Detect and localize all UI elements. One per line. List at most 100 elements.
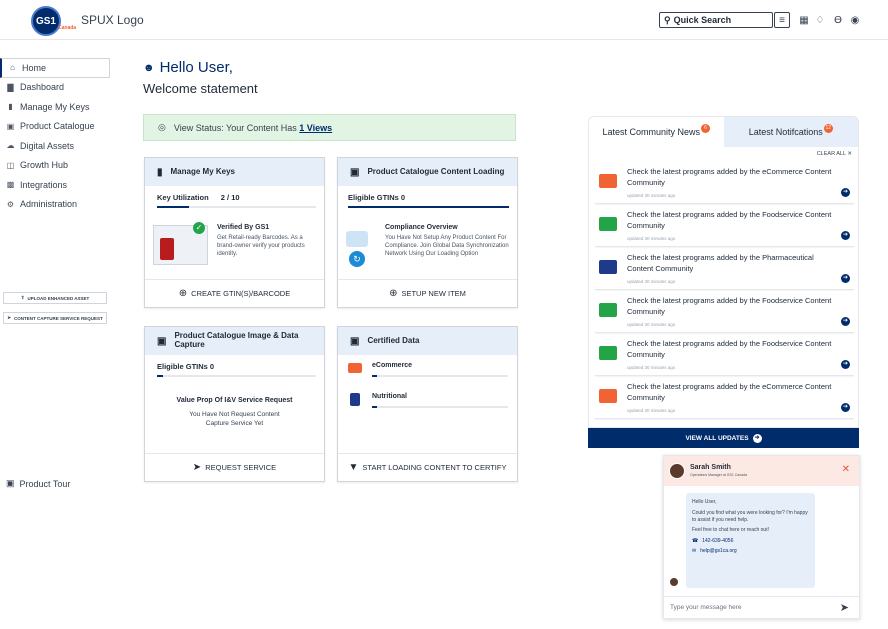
product-id-image: ✓ bbox=[153, 222, 208, 265]
app-title: SPUX Logo bbox=[81, 13, 144, 27]
check-icon: ✓ bbox=[193, 222, 205, 234]
sidebar-item-label: Dashboard bbox=[20, 82, 65, 93]
arrow-right-icon: ➜ bbox=[752, 433, 762, 443]
user-icon[interactable]: ◉ bbox=[847, 12, 863, 28]
arrow-right-icon[interactable]: ➔ bbox=[841, 274, 850, 283]
sidebar-item-integrations[interactable]: ▩ Integrations bbox=[0, 175, 112, 195]
cart-icon[interactable]: Ө bbox=[830, 12, 846, 28]
count-badge: 12 bbox=[823, 123, 833, 133]
sidebar-item-label: Product Catalogue bbox=[20, 121, 95, 132]
sidebar-item-label: Growth Hub bbox=[20, 160, 69, 171]
clear-all-button[interactable]: CLEAR ALL ✕ bbox=[817, 151, 852, 157]
gs1-logo[interactable]: GS1 bbox=[31, 6, 61, 36]
product-tour-link[interactable]: ▣ Product Tour bbox=[6, 478, 70, 489]
sidebar-item-product-catalogue[interactable]: ▣ Product Catalogue bbox=[0, 117, 112, 137]
sidebar-item-growth-hub[interactable]: ◫ Growth Hub bbox=[0, 156, 112, 176]
news-text: Check the latest programs added by the F… bbox=[627, 339, 832, 359]
manage-keys-card: ▮ Manage My Keys Key Utilization 2 / 10 … bbox=[144, 157, 325, 308]
feature-text: You Have Not Request Content Capture Ser… bbox=[189, 411, 280, 428]
feature-text: Get Retail-ready Barcodes. As a brand-ow… bbox=[217, 235, 305, 258]
news-text: Check the latest programs added by the e… bbox=[627, 167, 832, 187]
setup-new-item-button[interactable]: ⊕ SETUP NEW ITEM bbox=[338, 279, 517, 307]
eligible-gtins-bar bbox=[157, 375, 316, 377]
news-item[interactable]: Check the latest programs added by the F… bbox=[595, 207, 854, 247]
megaphone-icon: ➤ bbox=[192, 462, 202, 473]
email-contact[interactable]: ✉ help@gs1ca.org bbox=[692, 548, 809, 555]
news-item[interactable]: Check the latest programs added by the F… bbox=[595, 336, 854, 376]
sidebar-item-digital-assets[interactable]: ☁ Digital Assets bbox=[0, 136, 112, 156]
bell-icon[interactable]: ♢ bbox=[812, 12, 828, 28]
sidebar-item-label: Home bbox=[22, 62, 47, 73]
catalogue-loading-card: ▣ Product Catalogue Content Loading Elig… bbox=[337, 157, 518, 308]
chat-agent-name: Sarah Smith bbox=[690, 464, 731, 471]
image-icon: ▣ bbox=[157, 335, 167, 347]
image-capture-card: ▣ Product Catalogue Image & Data Capture… bbox=[144, 326, 325, 482]
arrow-right-icon[interactable]: ➔ bbox=[841, 231, 850, 240]
ecommerce-icon bbox=[348, 363, 362, 373]
sidebar-item-dashboard[interactable]: ▇ Dashboard bbox=[0, 78, 112, 98]
chat-widget: Sarah Smith Operations Manager at GS1 Ca… bbox=[663, 455, 860, 619]
news-item[interactable]: Check the latest programs added by the F… bbox=[595, 293, 854, 333]
tab-notifications[interactable]: Latest Notifcations 12 bbox=[723, 117, 858, 147]
progress-fill bbox=[372, 406, 378, 408]
create-gtin-button[interactable]: ⊕ CREATE GTIN(S)/BARCODE bbox=[145, 279, 324, 307]
ecommerce-label: eCommerce bbox=[372, 362, 413, 369]
news-time: updated 30 minutes ago bbox=[627, 322, 676, 327]
gear-icon: ⚙ bbox=[6, 199, 15, 209]
quick-search-input[interactable]: ⚲ Quick Search bbox=[659, 12, 773, 28]
send-icon[interactable]: ➤ bbox=[840, 601, 849, 614]
integration-icon: ▩ bbox=[6, 180, 15, 190]
news-time: updated 30 minutes ago bbox=[627, 365, 676, 370]
key-utilization: Key Utilization 2 / 10 bbox=[157, 193, 240, 202]
chat-agent-role: Operations Manager at GS1 Canada bbox=[690, 473, 748, 477]
news-text: Check the latest programs added by the F… bbox=[627, 296, 832, 316]
logo-canada-label: Canada bbox=[58, 25, 77, 31]
sidebar-item-home[interactable]: ⌂ Home bbox=[0, 58, 110, 78]
content-capture-request-button[interactable]: ➤ CONTENT CAPTURE SERVICE REQUEST bbox=[3, 312, 107, 324]
start-loading-content-button[interactable]: ▼ START LOADING CONTENT TO CERTIFY bbox=[338, 453, 517, 481]
view-all-updates-button[interactable]: VIEW ALL UPDATES ➜ bbox=[588, 428, 859, 448]
close-icon[interactable]: ✕ bbox=[842, 464, 850, 475]
phone-contact[interactable]: ☎ 142-639-4056 bbox=[692, 538, 809, 545]
certified-data-card: ▣ Certified Data eCommerce Nutritional ▼… bbox=[337, 326, 518, 482]
news-item[interactable]: Check the latest programs added by the P… bbox=[595, 250, 854, 290]
card-header: ▣ Product Catalogue Content Loading bbox=[338, 158, 517, 186]
shield-check-icon: ▼ bbox=[348, 462, 359, 473]
grid-icon[interactable]: ▦ bbox=[796, 12, 812, 28]
progress-fill bbox=[372, 375, 378, 377]
news-text: Check the latest programs added by the P… bbox=[627, 253, 814, 273]
user-icon: ☻ bbox=[143, 61, 155, 74]
sidebar-item-label: Integrations bbox=[20, 179, 68, 190]
progress-fill bbox=[348, 206, 509, 208]
sidebar-item-manage-keys[interactable]: ▮ Manage My Keys bbox=[0, 97, 112, 117]
megaphone-icon: ➤ bbox=[7, 315, 12, 320]
news-text: Check the latest programs added by the F… bbox=[627, 210, 832, 230]
sidebar-item-label: Manage My Keys bbox=[20, 101, 90, 112]
upload-icon: ⇧ bbox=[20, 295, 25, 300]
filter-icon[interactable]: ≡ bbox=[774, 12, 790, 28]
arrow-right-icon[interactable]: ➔ bbox=[841, 403, 850, 412]
nutritional-label: Nutritional bbox=[372, 393, 407, 400]
news-tabs: Latest Community News 6 Latest Notifcatio… bbox=[589, 117, 858, 147]
count-badge: 6 bbox=[701, 123, 711, 133]
barcode-icon: ▮ bbox=[8, 102, 13, 112]
progress-fill bbox=[157, 375, 164, 377]
upload-enhanced-asset-button[interactable]: ⇧ UPLOAD ENHANCED ASSET bbox=[3, 292, 107, 304]
arrow-right-icon[interactable]: ➔ bbox=[841, 188, 850, 197]
arrow-right-icon[interactable]: ➔ bbox=[841, 317, 850, 326]
chat-message-input[interactable]: Type your message here ➤ bbox=[664, 596, 859, 618]
eligible-gtins-bar bbox=[348, 206, 509, 208]
news-time: updated 30 minutes ago bbox=[627, 279, 676, 284]
mail-icon: ✉ bbox=[692, 547, 697, 554]
tab-community-news[interactable]: Latest Community News 6 bbox=[589, 117, 724, 147]
request-service-button[interactable]: ➤ REQUEST SERVICE bbox=[145, 453, 324, 481]
feature-title: Compliance Overview bbox=[385, 224, 458, 231]
views-link[interactable]: 1 Views bbox=[299, 123, 332, 133]
phone-icon: ☎ bbox=[692, 538, 699, 544]
news-item[interactable]: Check the latest programs added by the e… bbox=[595, 379, 854, 419]
news-item[interactable]: Check the latest programs added by the e… bbox=[595, 164, 854, 204]
greeting-hello: ☻ Hello User, bbox=[143, 59, 233, 76]
cloud-icon: ☁ bbox=[6, 141, 15, 151]
sidebar-item-administration[interactable]: ⚙ Administration bbox=[0, 195, 112, 215]
arrow-right-icon[interactable]: ➔ bbox=[841, 360, 850, 369]
